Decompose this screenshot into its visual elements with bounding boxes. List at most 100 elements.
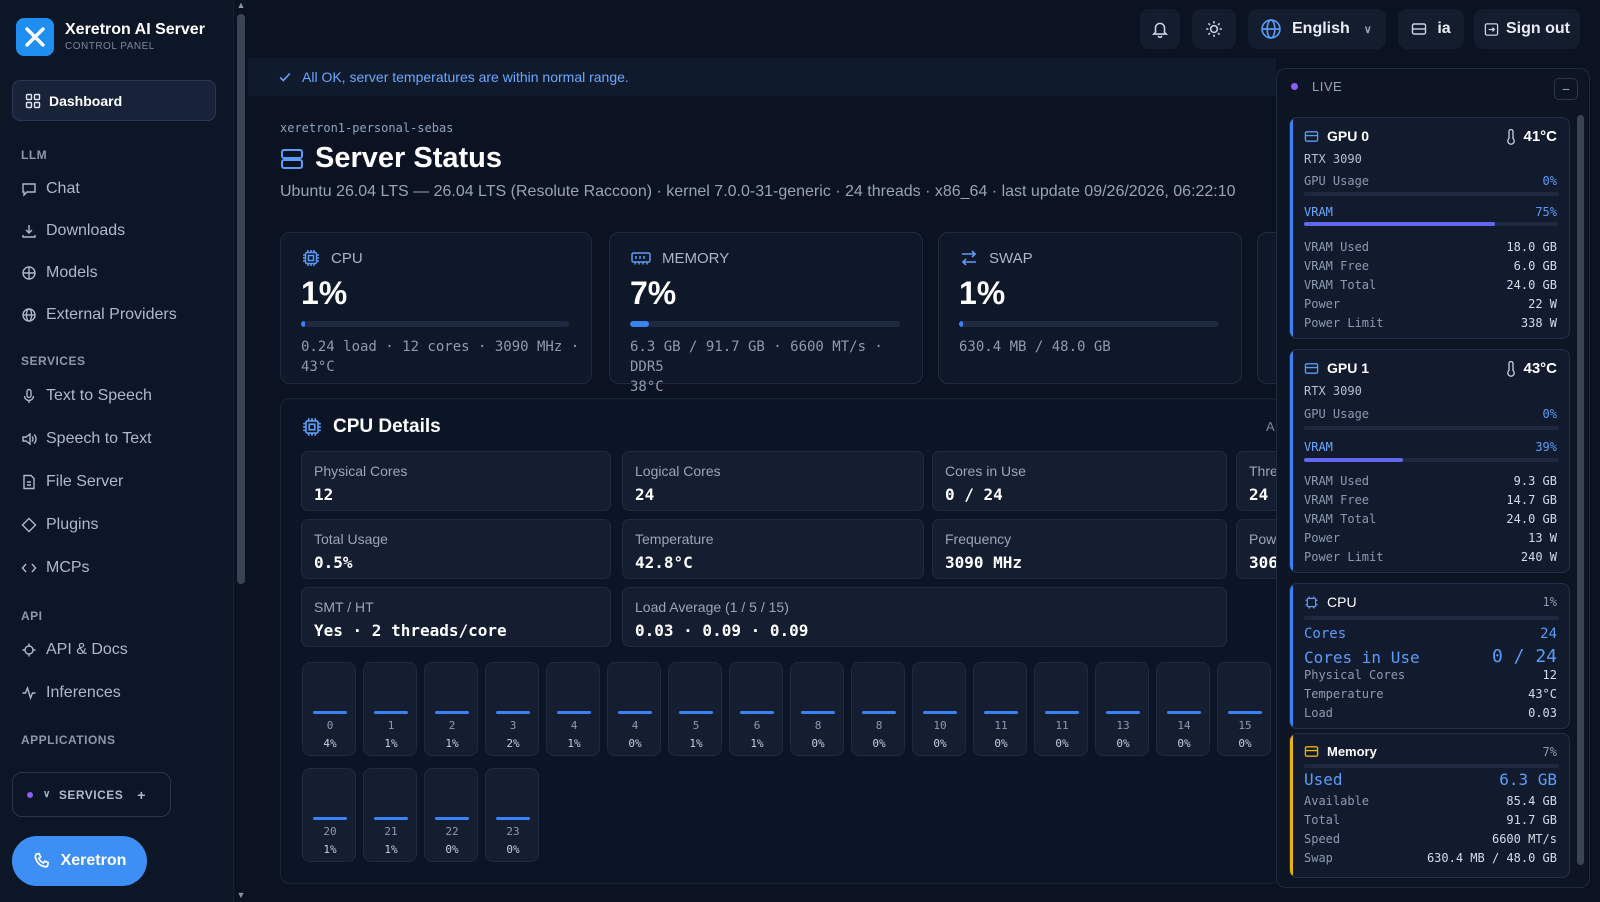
memory-icon bbox=[1304, 746, 1319, 757]
stat-value: 24.0 GB bbox=[1506, 278, 1557, 292]
sidebar-item-label: Plugins bbox=[46, 516, 99, 533]
stat-value: 0.03 bbox=[1528, 706, 1557, 720]
topbar: English ∨ ia Sign out bbox=[248, 0, 1600, 56]
user-button[interactable]: ia bbox=[1398, 9, 1464, 49]
core-bar bbox=[435, 817, 469, 820]
sidebar-item-dashboard[interactable]: Dashboard bbox=[12, 80, 216, 121]
core-percent: 4% bbox=[323, 737, 337, 750]
live-scrollbar[interactable] bbox=[1575, 109, 1585, 879]
thermometer-icon bbox=[1507, 128, 1516, 145]
language-select[interactable]: English ∨ bbox=[1248, 9, 1386, 49]
live-memory-card[interactable]: Memory 7% Used 6.3 GB Available 85.4 GB To… bbox=[1289, 733, 1570, 878]
sidebar-item-label: Dashboard bbox=[49, 92, 123, 109]
sidebar-item-file-server[interactable]: File Server bbox=[21, 473, 123, 491]
stat-label: VRAM Free bbox=[1304, 259, 1370, 273]
sidebar-item-models[interactable]: Models bbox=[21, 264, 98, 282]
stat-label: Total bbox=[1304, 813, 1341, 827]
services-pill-label: SERVICES bbox=[58, 787, 124, 802]
sign-out-icon bbox=[1484, 22, 1499, 36]
cpu-progress bbox=[301, 321, 569, 327]
cores-value: 24 bbox=[1540, 626, 1557, 642]
swap-card[interactable]: SWAP 1% 630.4 MB / 48.0 GB bbox=[938, 232, 1242, 384]
swap-icon bbox=[961, 250, 977, 266]
services-toggle[interactable]: ∨ SERVICES + bbox=[12, 772, 171, 817]
language-label: English bbox=[1292, 20, 1350, 37]
brand[interactable]: Xeretron AI Server CONTROL PANEL bbox=[16, 18, 205, 56]
sidebar-item-text-to-speech[interactable]: Text to Speech bbox=[21, 387, 152, 405]
sidebar-scrollbar[interactable]: ▲ ▼ bbox=[234, 0, 248, 902]
sidebar-item-mcps[interactable]: MCPs bbox=[21, 559, 90, 577]
gpu-usage-label: GPU Usage bbox=[1304, 407, 1370, 421]
stat-label: Load bbox=[1304, 706, 1333, 720]
gpu-model: RTX 3090 bbox=[1304, 384, 1362, 398]
sidebar-item-inferences[interactable]: Inferences bbox=[21, 684, 121, 702]
core-number: 5 bbox=[692, 719, 700, 732]
swap-progress bbox=[959, 321, 1219, 327]
scroll-down-icon[interactable]: ▼ bbox=[236, 890, 246, 900]
core-tile: 8 0% bbox=[790, 662, 844, 756]
core-tile: 20 1% bbox=[302, 768, 356, 862]
cpu-card[interactable]: CPU 1% 0.24 load · 12 cores · 3090 MHz ·… bbox=[280, 232, 592, 384]
core-percent: 2% bbox=[506, 737, 520, 750]
core-percent: 1% bbox=[445, 737, 459, 750]
microphone-icon bbox=[23, 388, 35, 403]
sidebar-item-chat[interactable]: Chat bbox=[21, 180, 80, 198]
sidebar-item-label: File Server bbox=[46, 473, 124, 490]
gpu-0-card[interactable]: GPU 0 41°C RTX 3090 GPU Usage 0% VRAM 75… bbox=[1289, 117, 1570, 339]
gpu-usage-value: 0% bbox=[1542, 174, 1557, 188]
core-bar bbox=[374, 817, 408, 820]
tile-value: 12 bbox=[314, 485, 334, 504]
core-percent: 0% bbox=[811, 737, 825, 750]
sidebar-item-external-providers[interactable]: External Providers bbox=[21, 306, 177, 324]
section-applications: APPLICATIONS bbox=[21, 733, 116, 747]
gpu-icon bbox=[1304, 130, 1319, 142]
core-bar bbox=[618, 711, 652, 714]
minimize-button[interactable]: − bbox=[1554, 78, 1578, 100]
chevron-down-icon: ∨ bbox=[1363, 23, 1372, 36]
notifications-button[interactable] bbox=[1140, 9, 1180, 49]
core-percent: 0% bbox=[506, 843, 520, 856]
gpu-model: RTX 3090 bbox=[1304, 152, 1362, 166]
stat-label: VRAM Total bbox=[1304, 278, 1377, 292]
core-tile: 0 4% bbox=[302, 662, 356, 756]
stat-value: 240 W bbox=[1520, 550, 1557, 564]
sidebar-item-downloads[interactable]: Downloads bbox=[21, 222, 125, 240]
core-number: 4 bbox=[631, 719, 639, 732]
scroll-up-icon[interactable]: ▲ bbox=[236, 0, 246, 10]
page-subtitle: Ubuntu 26.04 LTS — 26.04 LTS (Resolute R… bbox=[280, 183, 1236, 200]
scroll-thumb[interactable] bbox=[1577, 115, 1584, 865]
stat-value: 12 bbox=[1542, 668, 1557, 682]
core-number: 2 bbox=[448, 719, 456, 732]
core-tile: 5 1% bbox=[668, 662, 722, 756]
page-title: Server Status bbox=[315, 142, 502, 174]
plus-icon[interactable]: + bbox=[137, 787, 146, 803]
live-label: LIVE bbox=[1312, 79, 1343, 94]
cores-in-use-value: 0 / 24 bbox=[1491, 646, 1557, 667]
hostname: xeretron1-personal-sebas bbox=[280, 121, 454, 135]
gpu-temp: 43°C bbox=[1523, 360, 1557, 377]
sidebar-item-plugins[interactable]: Plugins bbox=[21, 516, 98, 534]
sign-out-button[interactable]: Sign out bbox=[1474, 9, 1580, 49]
stat-value: 338 W bbox=[1520, 316, 1557, 330]
tile-label: SMT / HT bbox=[314, 599, 374, 615]
call-button[interactable]: Xeretron bbox=[12, 836, 147, 886]
theme-toggle-button[interactable] bbox=[1192, 9, 1236, 49]
memory-card[interactable]: MEMORY 7% 6.3 GB / 91.7 GB · 6600 MT/s ·… bbox=[609, 232, 923, 395]
gpu-1-card[interactable]: GPU 1 43°C RTX 3090 GPU Usage 0% VRAM 39… bbox=[1289, 349, 1570, 573]
sidebar-item-label: MCPs bbox=[46, 559, 90, 576]
stat-value: 9.3 GB bbox=[1513, 474, 1557, 488]
stat-label: VRAM Used bbox=[1304, 474, 1370, 488]
tile-label: Total Usage bbox=[314, 531, 388, 547]
stat-value: 85.4 GB bbox=[1506, 794, 1557, 808]
scroll-thumb[interactable] bbox=[237, 14, 245, 584]
core-percent: 0% bbox=[628, 737, 642, 750]
live-cpu-card[interactable]: CPU 1% Cores 24 Cores in Use 0 / 24 Phys… bbox=[1289, 583, 1570, 729]
sidebar-item-speech-to-text[interactable]: Speech to Text bbox=[21, 430, 152, 448]
sidebar-item-label: Text to Speech bbox=[46, 387, 152, 404]
models-icon bbox=[22, 266, 36, 280]
tile-label: Logical Cores bbox=[635, 463, 721, 479]
vram-bar bbox=[1304, 458, 1559, 462]
sidebar-item-label: API & Docs bbox=[46, 641, 128, 658]
sidebar-item-api-docs[interactable]: API & Docs bbox=[21, 641, 128, 659]
tile-value: 0.03 · 0.09 · 0.09 bbox=[635, 621, 809, 640]
